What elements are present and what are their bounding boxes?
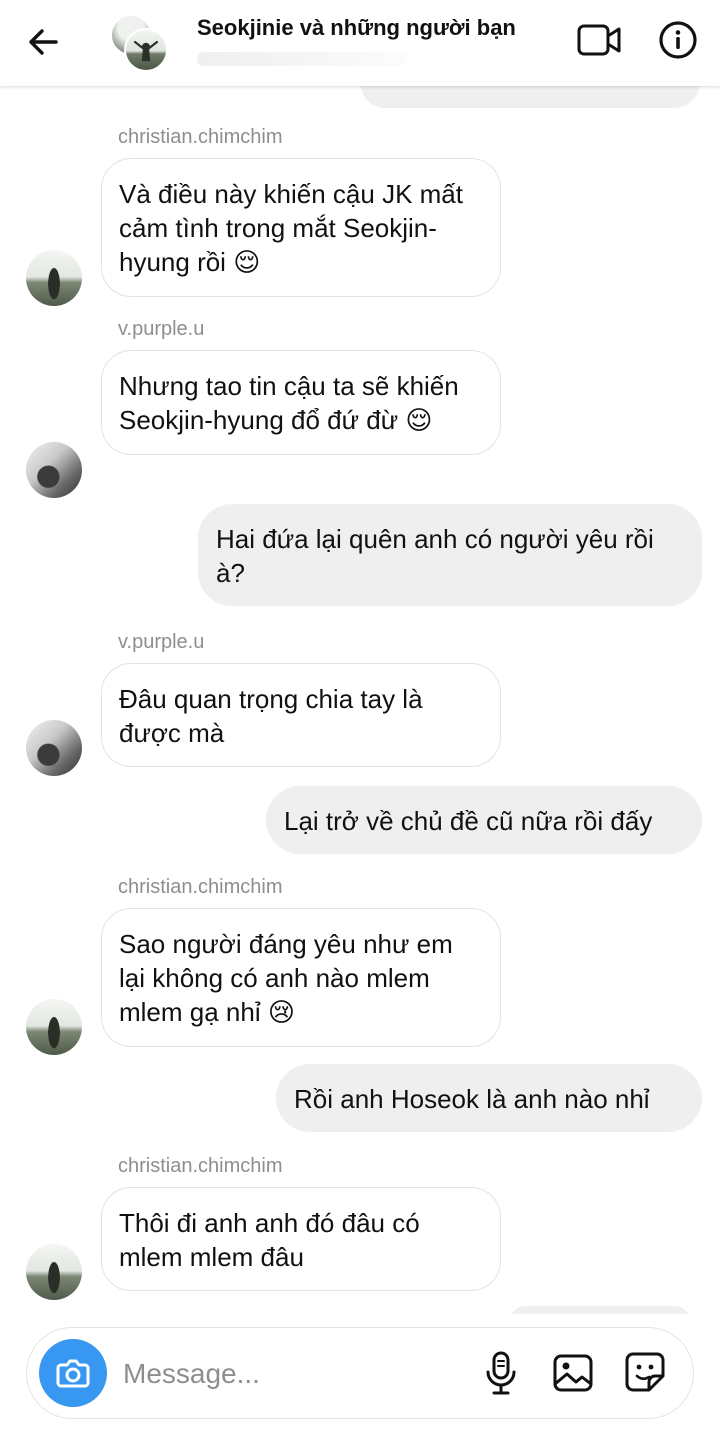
video-camera-icon: [577, 24, 621, 56]
chat-title[interactable]: Seokjinie và những người bạn: [197, 15, 516, 41]
relieved-face-emoji: 😌: [405, 406, 433, 436]
message-list[interactable]: christian.chimchim Và điều này khiến cậu…: [0, 86, 720, 1314]
sender-name: christian.chimchim: [118, 126, 283, 148]
microphone-icon: [486, 1351, 516, 1395]
message-text: Và điều này khiến cậu JK mất cảm tình tr…: [119, 179, 463, 277]
group-avatar-front: [124, 28, 168, 72]
message-text: Lại trở về chủ đề cũ nữa rồi đấy: [284, 806, 653, 836]
message-bubble-incoming[interactable]: Nhưng tao tin cậu ta sẽ khiến Seokjin-hy…: [101, 350, 501, 455]
avatar[interactable]: [26, 1244, 82, 1300]
sticker-button[interactable]: [623, 1350, 667, 1394]
crying-face-emoji: 😢: [267, 998, 295, 1028]
message-bubble-incoming[interactable]: Và điều này khiến cậu JK mất cảm tình tr…: [101, 158, 501, 297]
message-text: Hai đứa lại quên anh có người yêu rồi à?: [216, 524, 654, 588]
avatar[interactable]: [26, 442, 82, 498]
info-icon: [659, 21, 697, 59]
gallery-button[interactable]: [551, 1352, 595, 1394]
message-bubble-outgoing-partial: [360, 86, 700, 108]
message-composer: [26, 1327, 694, 1419]
active-status-blurred: [197, 52, 407, 66]
message-text: Rồi anh Hoseok là anh nào nhỉ: [294, 1084, 650, 1114]
back-arrow-icon: [29, 29, 58, 55]
camera-icon: [56, 1359, 90, 1388]
avatar[interactable]: [26, 720, 82, 776]
message-bubble-outgoing[interactable]: Lại trở về chủ đề cũ nữa rồi đấy: [266, 786, 702, 854]
avatar[interactable]: [26, 250, 82, 306]
message-bubble-incoming[interactable]: Sao người đáng yêu như em lại không có a…: [101, 908, 501, 1047]
message-bubble-incoming[interactable]: Thôi đi anh anh đó đâu có mlem mlem đâu: [101, 1187, 501, 1291]
avatar[interactable]: [26, 999, 82, 1055]
camera-button[interactable]: [39, 1339, 107, 1407]
message-text: Đâu quan trọng chia tay là được mà: [119, 684, 423, 748]
sticker-icon: [625, 1352, 665, 1392]
message-input[interactable]: [123, 1352, 463, 1396]
sender-name: v.purple.u: [118, 631, 205, 653]
message-text: Thôi đi anh anh đó đâu có mlem mlem đâu: [119, 1208, 420, 1272]
group-avatar[interactable]: [108, 12, 170, 72]
sender-name: christian.chimchim: [118, 1155, 283, 1177]
gallery-icon: [553, 1354, 593, 1392]
info-button[interactable]: [656, 18, 700, 62]
message-bubble-outgoing[interactable]: Rồi anh Hoseok là anh nào nhỉ: [276, 1064, 702, 1132]
back-button[interactable]: [22, 22, 66, 62]
message-bubble-outgoing[interactable]: Hai đứa lại quên anh có người yêu rồi à?: [198, 504, 702, 606]
person-silhouette-icon: [133, 40, 159, 62]
chat-header: Seokjinie và những người bạn: [0, 0, 720, 86]
sender-name: christian.chimchim: [118, 876, 283, 898]
message-bubble-incoming[interactable]: Đâu quan trọng chia tay là được mà: [101, 663, 501, 767]
video-call-button[interactable]: [574, 20, 624, 60]
sender-name: v.purple.u: [118, 318, 205, 340]
voice-message-button[interactable]: [483, 1350, 519, 1396]
relieved-face-emoji: 😌: [233, 248, 261, 278]
message-bubble-outgoing-partial: [510, 1306, 690, 1314]
chat-screen: Seokjinie và những người bạn christian.c…: [0, 0, 720, 1440]
